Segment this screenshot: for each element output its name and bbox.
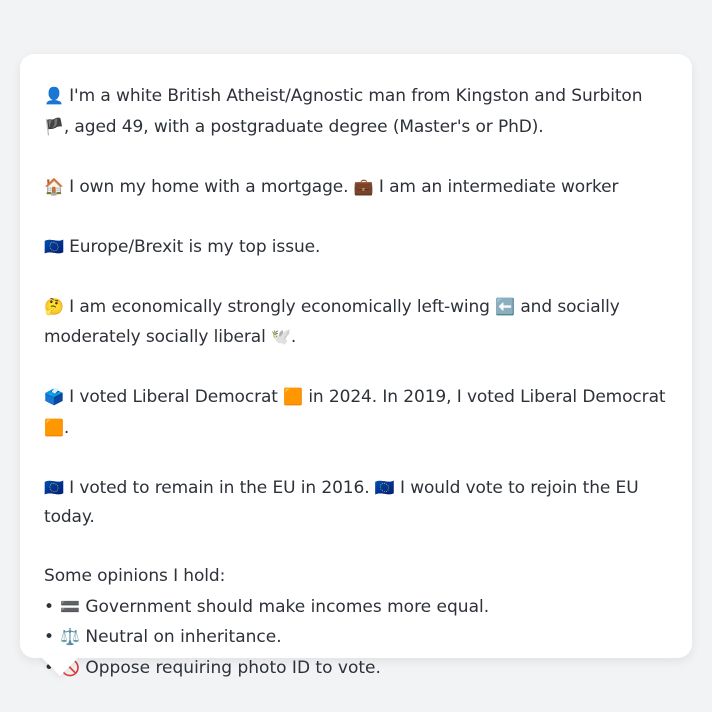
opinions-list: • 🟰 Government should make incomes more e… (44, 592, 668, 684)
home-line: 🏠 I own my home with a mortgage. 💼 I am … (44, 172, 668, 203)
votes-end: . (63, 417, 70, 438)
list-item: • 🟰 Government should make incomes more e… (44, 592, 668, 623)
identity-text-cont: , aged 49, with a postgraduate degree (M… (63, 116, 544, 137)
eu-line: 🇪🇺 I voted to remain in the EU in 2016. … (44, 473, 668, 533)
votes-text-cont: in 2024. In 2019, I voted Liberal Democr… (308, 387, 666, 407)
scales-icon: ⚖️ (60, 627, 80, 646)
opinions-heading: Some opinions I hold: (44, 566, 226, 586)
opinion-text: Neutral on inheritance. (85, 627, 282, 647)
eu-remain-text: I voted to remain in the EU in 2016. (69, 477, 370, 498)
ideology-line: 🤔 I am economically strongly economicall… (44, 292, 668, 353)
bullet: • (44, 627, 55, 647)
ideology-text: I am economically strongly economically … (69, 296, 490, 317)
eu-flag-icon: 🇪🇺 (374, 477, 395, 497)
eu-flag-icon: 🇪🇺 (44, 236, 64, 256)
speech-bubble-tail (40, 656, 80, 676)
bullet: • (44, 596, 55, 617)
briefcase-icon: 💼 (353, 176, 374, 196)
issue-text: Europe/Brexit is my top issue. (69, 236, 321, 257)
person-icon: 👤 (44, 86, 64, 105)
opinion-text: Oppose requiring photo ID to vote. (85, 657, 381, 678)
list-item: • 🚫 Oppose requiring photo ID to vote. (44, 653, 668, 684)
work-text: I am an intermediate worker (378, 176, 619, 197)
votes-line: 🗳️ I voted Liberal Democrat 🟧 in 2024. I… (44, 382, 668, 443)
house-icon: 🏠 (44, 176, 64, 196)
thinking-face-icon: 🤔 (44, 296, 64, 316)
ideology-end: . (290, 327, 297, 347)
opinion-text: Government should make incomes more equa… (85, 596, 490, 617)
eu-flag-icon: 🇪🇺 (44, 477, 64, 497)
identity-text: I'm a white British Atheist/Agnostic man… (69, 86, 643, 106)
orange-square-icon: 🟧 (44, 417, 64, 437)
profile-card: 👤 I'm a white British Atheist/Agnostic m… (20, 54, 692, 678)
dove-icon: 🕊️ (271, 327, 291, 346)
issue-line: 🇪🇺 Europe/Brexit is my top issue. (44, 232, 668, 263)
left-arrow-icon: ⬅️ (495, 296, 516, 316)
ballot-box-icon: 🗳️ (44, 387, 64, 406)
votes-text: I voted Liberal Democrat (69, 387, 278, 407)
home-text: I own my home with a mortgage. (69, 176, 349, 197)
england-flag-icon: 🏴 (44, 116, 64, 136)
identity-line: 👤 I'm a white British Atheist/Agnostic m… (44, 81, 668, 142)
orange-square-icon: 🟧 (283, 387, 303, 406)
list-item: • ⚖️ Neutral on inheritance. (44, 622, 668, 653)
equals-icon: 🟰 (60, 596, 80, 616)
